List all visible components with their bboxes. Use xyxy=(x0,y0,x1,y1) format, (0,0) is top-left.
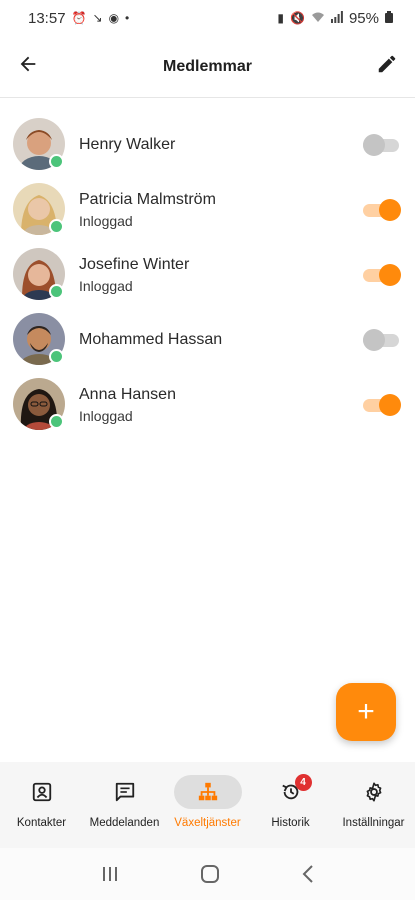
edit-button[interactable] xyxy=(373,50,401,78)
online-indicator xyxy=(49,414,64,429)
system-nav-bar xyxy=(0,848,415,900)
member-status: Inloggad xyxy=(79,407,133,424)
member-toggle[interactable] xyxy=(363,264,401,286)
gear-icon xyxy=(366,782,381,802)
nav-label: Kontakter xyxy=(16,817,67,829)
status-bar: 13:57 ⏰ ↘ ◉ • ▮ 🔇 95% xyxy=(0,0,415,36)
member-list: Henry Walker Patricia Malmström Inloggad… xyxy=(0,112,415,437)
nav-label: Meddelanden xyxy=(89,817,160,829)
nav-item-installningar[interactable]: Inställningar xyxy=(332,762,415,848)
online-indicator xyxy=(49,154,64,169)
contact-card-icon xyxy=(32,782,51,802)
message-icon xyxy=(115,782,134,802)
org-chart-icon xyxy=(198,782,217,801)
signal-icon xyxy=(330,10,343,26)
member-name: Mohammed Hassan xyxy=(79,330,223,348)
nav-item-vaxeltjanster[interactable]: Växeltjänster xyxy=(166,762,249,848)
online-indicator xyxy=(49,219,64,234)
member-toggle[interactable] xyxy=(363,329,399,351)
app-bar: Medlemmar xyxy=(0,36,415,98)
member-name: Anna Hansen xyxy=(79,385,176,403)
pencil-icon xyxy=(378,55,396,73)
more-notifications-icon: • xyxy=(125,11,130,25)
clock: 13:57 xyxy=(28,9,66,27)
back-nav-icon[interactable] xyxy=(301,864,315,884)
avatar-face xyxy=(28,198,50,220)
member-row[interactable]: Henry Walker xyxy=(0,112,415,177)
member-row[interactable]: Josefine Winter Inloggad xyxy=(0,242,415,307)
alarm-icon: ⏰ xyxy=(71,11,87,25)
missed-call-icon: ↘ xyxy=(92,11,103,25)
home-icon[interactable] xyxy=(200,864,220,884)
member-name: Josefine Winter xyxy=(79,255,190,273)
recent-apps-icon[interactable] xyxy=(100,865,120,883)
page-title: Medlemmar xyxy=(163,57,252,75)
member-row[interactable]: Mohammed Hassan xyxy=(0,307,415,372)
nav-label: Historik xyxy=(271,817,310,829)
mute-icon: 🔇 xyxy=(290,11,305,25)
member-status: Inloggad xyxy=(79,277,133,294)
wifi-icon xyxy=(311,11,325,26)
app-notification-icon: ◉ xyxy=(108,11,120,25)
member-name: Patricia Malmström xyxy=(79,190,216,208)
add-member-button[interactable]: + xyxy=(336,683,396,741)
member-row[interactable]: Anna Hansen Inloggad xyxy=(0,372,415,437)
member-toggle[interactable] xyxy=(363,134,399,156)
avatar-face xyxy=(28,264,50,286)
arrow-left-icon xyxy=(20,56,36,72)
bottom-navigation: Kontakter Meddelanden Växeltjänster 4 Hi… xyxy=(0,762,415,848)
online-indicator xyxy=(49,284,64,299)
member-toggle[interactable] xyxy=(363,394,401,416)
member-status: Inloggad xyxy=(79,212,133,229)
nav-item-meddelanden[interactable]: Meddelanden xyxy=(83,762,166,848)
nav-label: Inställningar xyxy=(342,817,405,829)
notification-badge: 4 xyxy=(294,774,312,791)
nav-item-historik[interactable]: 4 Historik xyxy=(249,762,332,848)
member-name: Henry Walker xyxy=(79,135,176,153)
battery-saver-icon: ▮ xyxy=(277,11,285,25)
nav-item-kontakter[interactable]: Kontakter xyxy=(0,762,83,848)
online-indicator xyxy=(49,349,64,364)
battery-level: 95% xyxy=(348,9,379,27)
nav-label: Växeltjänster xyxy=(174,817,241,829)
plus-icon: + xyxy=(357,695,375,728)
battery-icon xyxy=(385,10,393,26)
member-toggle[interactable] xyxy=(363,199,401,221)
member-row[interactable]: Patricia Malmström Inloggad xyxy=(0,177,415,242)
back-button[interactable] xyxy=(14,50,42,78)
